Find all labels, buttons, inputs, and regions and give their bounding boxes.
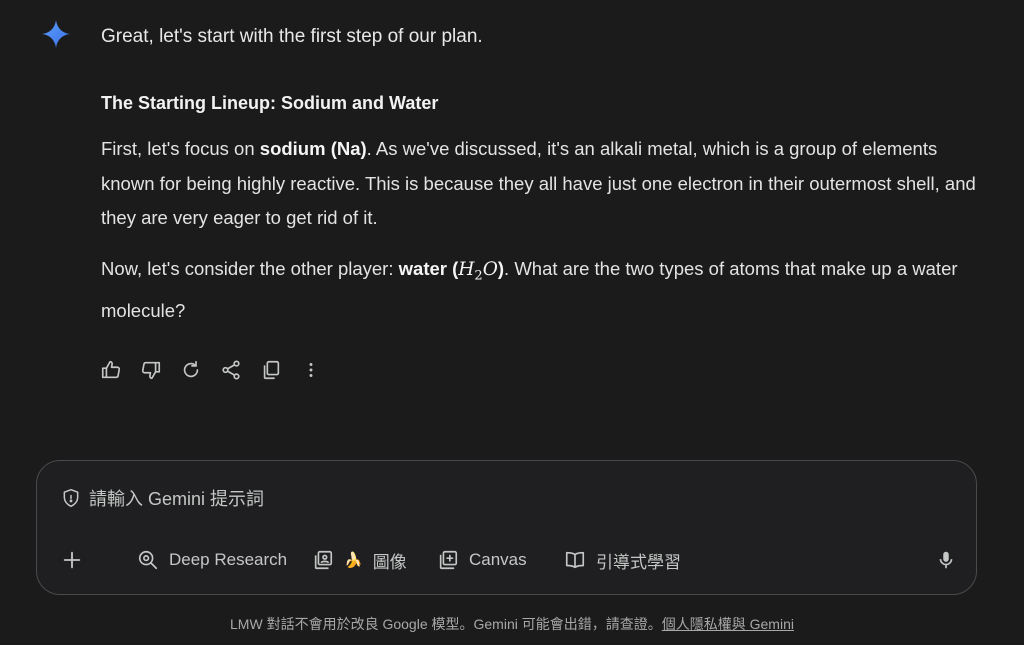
thumbs-up-icon bbox=[101, 360, 121, 379]
plus-icon bbox=[63, 551, 81, 569]
response-actions bbox=[100, 358, 340, 382]
model-response: Great, let's start with the first step o… bbox=[101, 24, 981, 328]
disclaimer-text: LMW 對話不會用於改良 Google 模型。Gemini 可能會出錯，請查證。 bbox=[230, 616, 662, 632]
response-paragraph-2: Now, let's consider the other player: wa… bbox=[101, 252, 981, 329]
para2-pre: Now, let's consider the other player: bbox=[101, 257, 399, 279]
formula-o: O bbox=[482, 258, 498, 280]
deep-research-label: Deep Research bbox=[169, 550, 288, 569]
formula-sub: 2 bbox=[474, 268, 483, 284]
disclaimer-footer: LMW 對話不會用於改良 Google 模型。Gemini 可能會出錯，請查證。… bbox=[0, 614, 1024, 634]
para1-pre: First, let's focus on bbox=[101, 138, 260, 159]
para2-bold-text: water ( bbox=[398, 257, 459, 279]
add-button[interactable] bbox=[61, 545, 83, 575]
image-icon bbox=[314, 550, 333, 570]
share-icon bbox=[222, 360, 240, 380]
prompt-input[interactable]: 請輸入 Gemini 提示詞 bbox=[89, 485, 264, 511]
canvas-button[interactable]: Canvas bbox=[437, 545, 527, 575]
para2-bold: water (H2O) bbox=[398, 257, 504, 284]
redo-button[interactable] bbox=[180, 358, 220, 382]
guided-learning-label: 引導式學習 bbox=[596, 552, 681, 572]
more-options-button[interactable] bbox=[300, 358, 340, 382]
prompt-input-row[interactable]: 請輸入 Gemini 提示詞 bbox=[61, 485, 264, 511]
water-formula: H2O bbox=[458, 258, 498, 284]
guided-learning-button[interactable]: 引導式學習 bbox=[564, 545, 681, 575]
gemini-logo-icon bbox=[42, 20, 70, 48]
response-paragraph-1: First, let's focus on sodium (Na). As we… bbox=[101, 132, 981, 236]
formula-h: H bbox=[458, 258, 475, 280]
canvas-label: Canvas bbox=[469, 550, 527, 569]
composer-tools: Deep Research 🍌 圖像 Canvas 引導式學習 bbox=[57, 545, 957, 575]
prompt-composer: 請輸入 Gemini 提示詞 Deep Research 🍌 圖像 Canvas… bbox=[36, 460, 977, 595]
share-button[interactable] bbox=[220, 358, 260, 382]
open-book-icon bbox=[565, 551, 585, 569]
para1-bold: sodium (Na) bbox=[259, 138, 367, 159]
thumbs-down-button[interactable] bbox=[140, 358, 180, 382]
privacy-link[interactable]: 個人隱私權與 Gemini bbox=[662, 616, 794, 632]
image-button[interactable]: 🍌 圖像 bbox=[312, 545, 407, 575]
more-vert-icon bbox=[309, 363, 313, 377]
response-heading: The Starting Lineup: Sodium and Water bbox=[101, 93, 439, 113]
deep-research-icon bbox=[138, 550, 158, 570]
redo-icon bbox=[183, 360, 199, 378]
response-greeting: Great, let's start with the first step o… bbox=[101, 26, 483, 47]
thumbs-up-button[interactable] bbox=[100, 358, 140, 382]
thumbs-down-icon bbox=[141, 361, 161, 380]
deep-research-button[interactable]: Deep Research bbox=[137, 545, 287, 575]
copy-button[interactable] bbox=[260, 358, 300, 382]
microphone-button[interactable] bbox=[935, 545, 957, 575]
shield-icon bbox=[63, 488, 79, 508]
microphone-icon bbox=[939, 551, 953, 569]
canvas-icon bbox=[439, 550, 458, 570]
banana-icon: 🍌 bbox=[344, 552, 363, 569]
image-label: 圖像 bbox=[372, 552, 407, 572]
copy-icon bbox=[263, 360, 280, 380]
